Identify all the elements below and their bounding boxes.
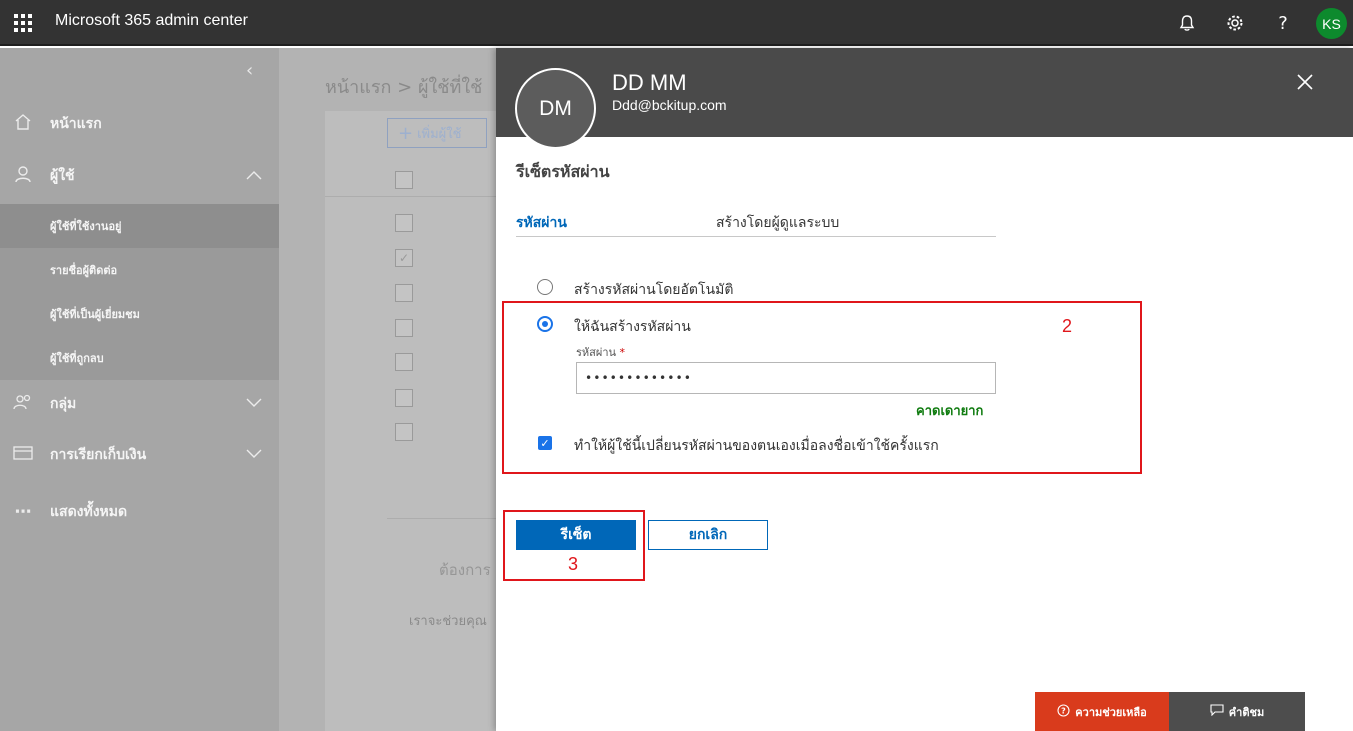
sub-item-deleted-users[interactable]: ผู้ใช้ที่ถูกลบ bbox=[0, 336, 279, 380]
ellipsis-icon: ⋯ bbox=[14, 502, 32, 522]
row-checkbox-checked[interactable]: ✓ bbox=[395, 249, 413, 267]
nav-groups[interactable]: กลุ่ม bbox=[0, 381, 279, 427]
divider bbox=[516, 236, 996, 237]
gear-icon[interactable] bbox=[1222, 10, 1248, 36]
background-card bbox=[325, 111, 496, 731]
app-title[interactable]: Microsoft 365 admin center bbox=[55, 12, 248, 30]
account-avatar[interactable]: KS bbox=[1316, 8, 1347, 39]
divider bbox=[387, 518, 496, 519]
user-icon bbox=[12, 165, 34, 188]
nav-users[interactable]: ผู้ใช้ bbox=[0, 153, 279, 199]
nav-groups-label: กลุ่ม bbox=[50, 396, 77, 412]
sub-item-guest-users[interactable]: ผู้ใช้ที่เป็นผู้เยี่ยมชม bbox=[0, 292, 279, 336]
add-user-button[interactable]: + เพิ่มผู้ใช้ bbox=[387, 118, 487, 148]
nav-show-all[interactable]: ⋯ แสดงทั้งหมด bbox=[0, 489, 279, 535]
nav-home[interactable]: หน้าแรก bbox=[0, 101, 279, 147]
chevron-down-icon[interactable] bbox=[246, 448, 262, 463]
nav-show-all-label: แสดงทั้งหมด bbox=[50, 504, 128, 520]
chevron-up-icon[interactable] bbox=[246, 169, 262, 184]
help-button[interactable]: ? ความช่วยเหลือ bbox=[1035, 692, 1169, 731]
row-checkbox[interactable] bbox=[395, 423, 413, 441]
row-checkbox[interactable] bbox=[395, 284, 413, 302]
panel-header: DD MM Ddd@bckitup.com bbox=[496, 48, 1353, 137]
cancel-button[interactable]: ยกเลิก bbox=[648, 520, 768, 550]
row-checkbox[interactable] bbox=[395, 214, 413, 232]
comment-icon bbox=[1210, 704, 1224, 719]
home-icon bbox=[12, 113, 34, 136]
bell-icon[interactable] bbox=[1174, 10, 1200, 36]
card-icon bbox=[12, 445, 34, 466]
user-avatar: DM bbox=[515, 68, 596, 149]
sub-item-contacts[interactable]: รายชื่อผู้ติดต่อ bbox=[0, 248, 279, 292]
nav-users-label: ผู้ใช้ bbox=[50, 168, 75, 184]
svg-text:?: ? bbox=[1061, 706, 1066, 715]
feedback-button[interactable]: คำติชม bbox=[1169, 692, 1305, 731]
annotation-number-2: 2 bbox=[1062, 316, 1073, 336]
radio-auto-generate[interactable] bbox=[537, 279, 553, 295]
background-text: เราจะช่วยคุณ bbox=[409, 614, 487, 629]
left-nav: ‹ หน้าแรก ผู้ใช้ ผู้ใช้ที่ใช้งานอยู่ ราย… bbox=[0, 48, 279, 731]
background-text: ต้องการ bbox=[439, 561, 491, 579]
divider bbox=[325, 196, 496, 197]
nav-billing[interactable]: การเรียกเก็บเงิน bbox=[0, 432, 279, 478]
user-email: Ddd@bckitup.com bbox=[612, 97, 727, 113]
section-title: รีเซ็ตรหัสผ่าน bbox=[516, 162, 610, 181]
plus-icon: + bbox=[398, 122, 414, 144]
chevron-left-icon[interactable]: ‹ bbox=[246, 60, 253, 81]
option-auto-label: สร้างรหัสผ่านโดยอัตโนมัติ bbox=[574, 282, 734, 298]
row-checkbox[interactable] bbox=[395, 353, 413, 371]
row-checkbox[interactable] bbox=[395, 389, 413, 407]
help-circle-icon: ? bbox=[1057, 703, 1070, 720]
top-bar: Microsoft 365 admin center ? KS bbox=[0, 0, 1353, 46]
password-field-label: รหัสผ่าน bbox=[516, 215, 567, 231]
close-icon[interactable] bbox=[1291, 68, 1319, 96]
chevron-down-icon[interactable] bbox=[246, 397, 262, 412]
user-name: DD MM bbox=[612, 70, 687, 95]
select-all-checkbox[interactable] bbox=[395, 171, 413, 189]
group-icon bbox=[12, 393, 34, 416]
row-checkbox[interactable] bbox=[395, 319, 413, 337]
background-content: หน้าแรก > ผู้ใช้ที่ใช้ + เพิ่มผู้ใช้ ✓ ต… bbox=[279, 48, 496, 731]
help-icon[interactable]: ? bbox=[1270, 10, 1296, 36]
annotation-number-3: 3 bbox=[568, 554, 579, 574]
sub-item-active-users[interactable]: ผู้ใช้ที่ใช้งานอยู่ bbox=[0, 204, 279, 248]
nav-home-label: หน้าแรก bbox=[50, 116, 102, 132]
annotation-box-2 bbox=[502, 301, 1142, 474]
waffle-icon[interactable] bbox=[14, 14, 32, 32]
password-field-value: สร้างโดยผู้ดูแลระบบ bbox=[716, 215, 840, 231]
nav-billing-label: การเรียกเก็บเงิน bbox=[50, 447, 147, 463]
users-submenu: ผู้ใช้ที่ใช้งานอยู่ รายชื่อผู้ติดต่อ ผู้… bbox=[0, 204, 279, 380]
breadcrumb: หน้าแรก > ผู้ใช้ที่ใช้ bbox=[325, 77, 483, 98]
reset-password-panel: DD MM Ddd@bckitup.com DM รีเซ็ตรหัสผ่าน … bbox=[496, 48, 1353, 731]
